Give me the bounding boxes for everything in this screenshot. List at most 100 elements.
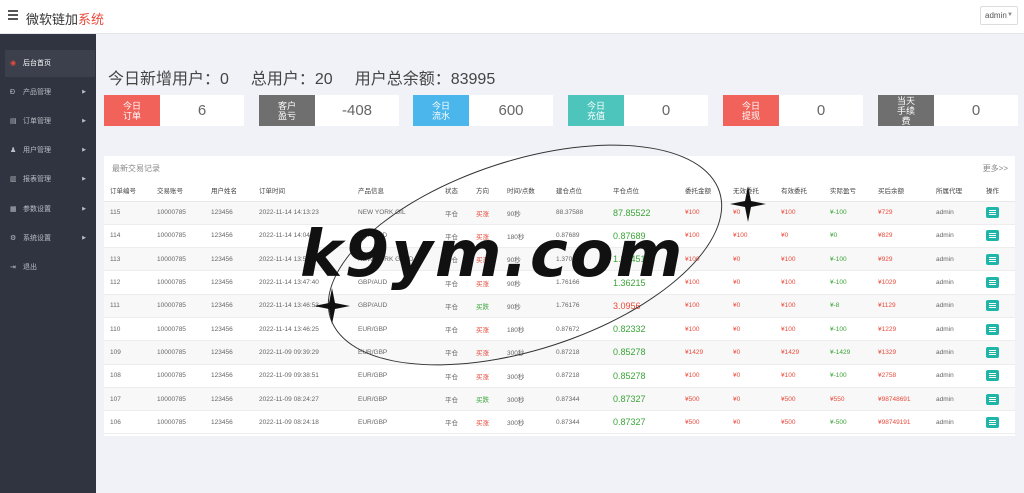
sidebar-item-label: 报表管理 <box>23 176 51 183</box>
table-cell: ¥100 <box>775 294 824 318</box>
sidebar-item[interactable]: ◉ 后台首页 <box>5 50 95 77</box>
table-cell: 123456 <box>205 387 253 412</box>
sidebar: ◉ 后台首页 Đ 产品管理 ▶ ▤ 订单管理 ▶ ♟ 用户管理 ▶ ▥ 报表管理 ▶ ▦ 参数设置 ▶ ⚙ 系统设置… <box>0 34 96 493</box>
sidebar-item-label: 用户管理 <box>23 147 51 154</box>
table-cell: 180秒 <box>501 317 550 342</box>
table-cell: ¥929 <box>872 247 930 272</box>
view-details-button[interactable] <box>986 253 999 265</box>
table-cell: 2022-11-14 13:47:40 <box>253 270 352 295</box>
table-cell: 123456 <box>205 247 253 272</box>
stat-card: 今日订单 6 <box>104 95 244 126</box>
table-cell: 107 <box>104 387 151 412</box>
table-cell: 买涨 <box>470 340 501 365</box>
column-header: 状态 <box>439 180 470 202</box>
table-cell: 0.87327 <box>607 410 679 435</box>
sidebar-item-label: 系统设置 <box>23 235 51 242</box>
table-cell: 2022-11-14 13:46:25 <box>253 317 352 342</box>
column-header: 用户姓名 <box>205 180 253 202</box>
table-cell: ¥100 <box>775 247 824 272</box>
table-cell: 1.37011 <box>550 247 607 272</box>
table-row: 108 10000785 123456 2022-11-09 09:38:51 EUR/… <box>104 364 1015 388</box>
actions-cell <box>980 410 1015 435</box>
table-cell: ¥500 <box>679 410 727 435</box>
sidebar-item[interactable]: ▦ 参数设置 ▶ <box>5 196 95 223</box>
column-header: 无效委托 <box>727 180 775 202</box>
column-header: 时间/点数 <box>501 180 550 202</box>
column-header: 所属代理 <box>930 180 980 202</box>
table-cell: admin <box>930 224 980 249</box>
column-header: 产品信息 <box>352 180 439 202</box>
table-cell: ¥0 <box>775 224 824 249</box>
view-details-button[interactable] <box>986 323 999 335</box>
table-cell: ¥100 <box>775 270 824 295</box>
stat-card: 今日提现 0 <box>723 95 863 126</box>
brand-main-text: 微软链加 <box>26 12 79 27</box>
sidebar-item[interactable]: ▤ 订单管理 ▶ <box>5 108 95 135</box>
table-cell: ¥-100 <box>824 270 872 295</box>
table-row: 112 10000785 123456 2022-11-14 13:47:40 GBP/… <box>104 270 1015 295</box>
chevron-right-icon: ▶ <box>82 89 86 95</box>
view-details-button[interactable] <box>986 230 999 242</box>
table-cell: 平仓 <box>439 317 470 342</box>
view-details-button[interactable] <box>986 416 999 428</box>
table-cell: EUR/GBP <box>352 340 439 365</box>
table-cell: GBP/AUD <box>352 270 439 295</box>
table-cell: ¥-1429 <box>824 340 872 365</box>
table-cell: 10000785 <box>151 247 205 272</box>
table-cell: 114 <box>104 224 151 249</box>
table-cell: NEW YORK GOLD <box>352 247 439 272</box>
user-menu-button[interactable]: admin ▼ <box>980 6 1018 25</box>
stat-value: -408 <box>341 102 373 119</box>
view-details-button[interactable] <box>986 207 999 219</box>
table-cell: 平仓 <box>439 340 470 365</box>
table-row: 109 10000785 123456 2022-11-09 09:39:29 EUR/… <box>104 340 1015 365</box>
table-cell: 123456 <box>205 364 253 388</box>
view-details-button[interactable] <box>986 370 999 382</box>
table-cell: 0.87218 <box>550 364 607 388</box>
view-details-button[interactable] <box>986 346 999 358</box>
sidebar-item-label: 后台首页 <box>23 60 51 67</box>
more-link[interactable]: 更多>> <box>983 163 1008 174</box>
chevron-right-icon: ▶ <box>82 176 86 182</box>
sidebar-item[interactable]: ▥ 报表管理 ▶ <box>5 166 95 193</box>
table-cell: EUR/GBP <box>352 364 439 388</box>
stat-label: 今日流水 <box>413 95 469 126</box>
actions-cell <box>980 317 1015 342</box>
total-balance-summary: 用户总余额：83995 <box>354 71 496 88</box>
stat-label: 今日充值 <box>568 95 624 126</box>
sidebar-item[interactable]: Đ 产品管理 ▶ <box>5 79 95 106</box>
table-cell: 买涨 <box>470 270 501 295</box>
stat-label: 今日提现 <box>723 95 779 126</box>
table-cell: 106 <box>104 410 151 435</box>
view-details-button[interactable] <box>986 277 999 289</box>
sidebar-item[interactable]: ♟ 用户管理 ▶ <box>5 137 95 164</box>
hamburger-menu-icon[interactable] <box>8 10 18 20</box>
column-header: 买后余额 <box>872 180 930 202</box>
table-cell: ¥-8 <box>824 294 872 318</box>
sidebar-item[interactable]: ⚙ 系统设置 ▶ <box>5 225 95 252</box>
table-cell: ¥98749191 <box>872 410 930 435</box>
table-cell: 买涨 <box>470 364 501 388</box>
table-cell: ¥-100 <box>824 247 872 272</box>
view-details-button[interactable] <box>986 393 999 405</box>
table-cell: 3.0956 <box>607 294 679 318</box>
table-cell: 115 <box>104 201 151 225</box>
table-cell: ¥100 <box>679 317 727 342</box>
table-cell: admin <box>930 317 980 342</box>
table-cell: 0.85278 <box>607 364 679 388</box>
sidebar-item[interactable]: ⇥ 退出 <box>5 254 95 281</box>
table-cell: 0.87344 <box>550 410 607 435</box>
table-cell: ¥0 <box>727 201 775 225</box>
table-cell: 买涨 <box>470 224 501 249</box>
table-cell: ¥0 <box>727 270 775 295</box>
table-cell: ¥2758 <box>872 364 930 388</box>
table-cell: 2022-11-14 13:51:20 <box>253 247 352 272</box>
view-details-button[interactable] <box>986 300 999 312</box>
table-cell: 买跌 <box>470 294 501 318</box>
table-cell: 2022-11-09 09:38:51 <box>253 364 352 388</box>
panel-title: 最新交易记录 <box>112 164 160 173</box>
stat-value: 0 <box>661 102 671 119</box>
table-cell: 2022-11-14 14:04:33 <box>253 224 352 249</box>
table-cell: 买涨 <box>470 410 501 435</box>
table-cell: ¥-100 <box>824 317 872 342</box>
